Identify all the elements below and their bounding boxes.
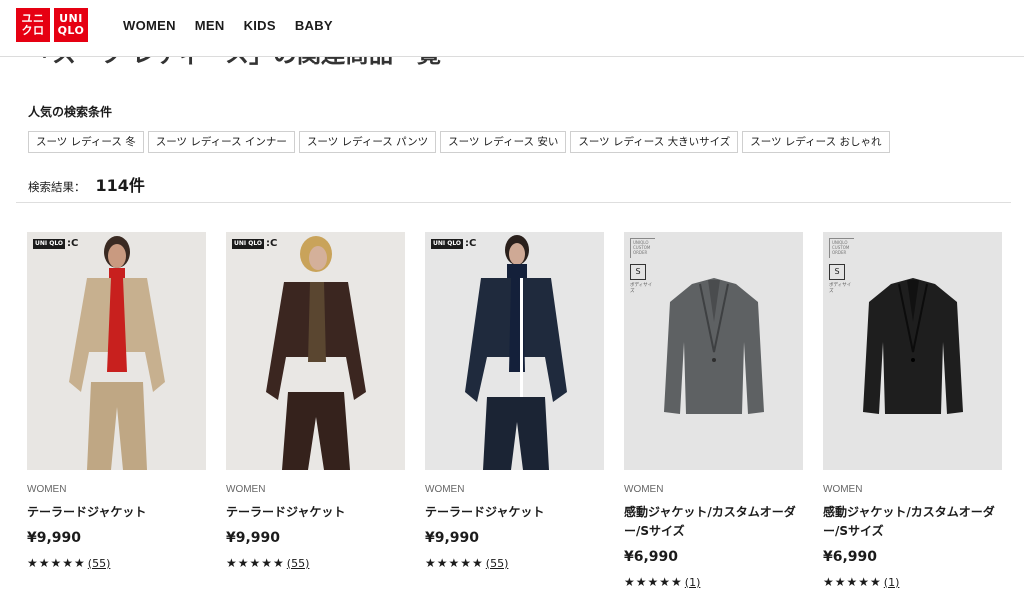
size-badge: S	[630, 264, 646, 280]
custom-order-label: UNIQLO CUSTOM ORDER	[630, 238, 655, 258]
model-jacket-illustration	[465, 235, 567, 470]
logo-tile-katakana: ユニ クロ	[16, 8, 50, 42]
product-rating: ★★★★★ (55)	[27, 556, 206, 570]
star-rating-icon: ★★★★★	[823, 575, 882, 589]
product-name[interactable]: テーラードジャケット	[425, 503, 604, 522]
custom-order-badge: UNIQLO CUSTOM ORDER S ボディサイズ	[630, 238, 655, 294]
custom-order-label: UNIQLO CUSTOM ORDER	[829, 238, 854, 258]
logo-tile-latin: UNI QLO	[54, 8, 88, 42]
site-header: ユニ クロ UNI QLO WOMEN MEN KIDS BABY	[0, 0, 1024, 57]
divider	[16, 202, 1011, 203]
brand-badge: UNI QLO :C	[232, 238, 277, 249]
brand-box: UNI QLO	[232, 238, 265, 249]
product-name[interactable]: テーラードジャケット	[226, 503, 405, 522]
nav-kids[interactable]: KIDS	[244, 18, 276, 33]
product-price: ¥6,990	[823, 549, 878, 565]
model-jacket-illustration	[266, 236, 366, 470]
review-count[interactable]: (1)	[884, 576, 900, 589]
product-card[interactable]: UNIQLO CUSTOM ORDER S ボディサイズ WOMEN 感動ジャケ…	[823, 232, 1002, 589]
brand-mark: :C	[465, 238, 477, 249]
logo-text: QLO	[57, 24, 85, 37]
product-card[interactable]: UNI QLO :C WOMEN テーラードジャケット ¥9,990 ★★★★★…	[226, 232, 405, 589]
nav-women[interactable]: WOMEN	[123, 18, 176, 33]
search-chip[interactable]: スーツ レディース おしゃれ	[742, 131, 890, 153]
brand-badge: UNI QLO :C	[33, 238, 78, 249]
nav-baby[interactable]: BABY	[295, 18, 333, 33]
review-count[interactable]: (55)	[287, 557, 310, 570]
star-rating-icon: ★★★★★	[425, 556, 484, 570]
product-rating: ★★★★★ (1)	[823, 575, 1002, 589]
brand-mark: :C	[67, 238, 79, 249]
uniqlo-logo[interactable]: ユニ クロ UNI QLO	[16, 8, 88, 42]
product-image[interactable]: UNI QLO :C	[425, 232, 604, 470]
product-image[interactable]: UNIQLO CUSTOM ORDER S ボディサイズ	[823, 232, 1002, 470]
brand-box: UNI QLO	[33, 238, 66, 249]
star-rating-icon: ★★★★★	[624, 575, 683, 589]
search-chip[interactable]: スーツ レディース インナー	[147, 131, 295, 153]
product-name[interactable]: 感動ジャケット/カスタムオーダー/Sサイズ	[823, 503, 1002, 541]
custom-order-badge: UNIQLO CUSTOM ORDER S ボディサイズ	[829, 238, 854, 294]
product-category: WOMEN	[226, 484, 266, 495]
product-name[interactable]: 感動ジャケット/カスタムオーダー/Sサイズ	[624, 503, 803, 541]
search-chip[interactable]: スーツ レディース 安い	[440, 131, 567, 153]
product-rating: ★★★★★ (55)	[226, 556, 405, 570]
star-rating-icon: ★★★★★	[27, 556, 86, 570]
brand-box: UNI QLO	[431, 238, 464, 249]
body-size-label: ボディサイズ	[630, 283, 653, 294]
product-category: WOMEN	[27, 484, 67, 495]
popular-search-heading: 人気の検索条件	[28, 105, 113, 119]
popular-search-chips: スーツ レディース 冬 スーツ レディース インナー スーツ レディース パンツ…	[28, 131, 890, 153]
product-category: WOMEN	[624, 484, 664, 495]
product-rating: ★★★★★ (1)	[624, 575, 803, 589]
nav-men[interactable]: MEN	[195, 18, 225, 33]
star-rating-icon: ★★★★★	[226, 556, 285, 570]
product-image[interactable]: UNI QLO :C	[226, 232, 405, 470]
brand-badge: UNI QLO :C	[431, 238, 476, 249]
size-badge: S	[829, 264, 845, 280]
product-name[interactable]: テーラードジャケット	[27, 503, 206, 522]
result-count: 114件	[95, 176, 145, 195]
product-price: ¥9,990	[27, 530, 82, 546]
review-count[interactable]: (55)	[486, 557, 509, 570]
main-nav: WOMEN MEN KIDS BABY	[123, 18, 333, 33]
product-price: ¥6,990	[624, 549, 679, 565]
logo-text: クロ	[21, 24, 45, 37]
product-price: ¥9,990	[425, 530, 480, 546]
search-chip[interactable]: スーツ レディース 大きいサイズ	[570, 131, 739, 153]
product-category: WOMEN	[425, 484, 465, 495]
search-chip[interactable]: スーツ レディース 冬	[28, 131, 144, 153]
result-label: 検索結果：	[28, 180, 86, 194]
product-card[interactable]: UNIQLO CUSTOM ORDER S ボディサイズ WOMEN 感動ジャケ…	[624, 232, 803, 589]
body-size-label: ボディサイズ	[829, 283, 852, 294]
product-price: ¥9,990	[226, 530, 281, 546]
review-count[interactable]: (1)	[685, 576, 701, 589]
search-result-summary: 検索結果： 114件	[28, 172, 145, 196]
product-card[interactable]: UNI QLO :C WOMEN テーラードジャケット ¥9,990 ★★★★★…	[27, 232, 206, 589]
model-jacket-illustration	[69, 236, 165, 470]
review-count[interactable]: (55)	[88, 557, 111, 570]
product-rating: ★★★★★ (55)	[425, 556, 604, 570]
brand-mark: :C	[266, 238, 278, 249]
product-image[interactable]: UNI QLO :C	[27, 232, 206, 470]
product-image[interactable]: UNIQLO CUSTOM ORDER S ボディサイズ	[624, 232, 803, 470]
search-chip[interactable]: スーツ レディース パンツ	[298, 131, 437, 153]
product-category: WOMEN	[823, 484, 863, 495]
product-card[interactable]: UNI QLO :C WOMEN テーラードジャケット ¥9,990 ★★★★★…	[425, 232, 604, 589]
product-grid: UNI QLO :C WOMEN テーラードジャケット ¥9,990 ★★★★★…	[27, 232, 1002, 589]
